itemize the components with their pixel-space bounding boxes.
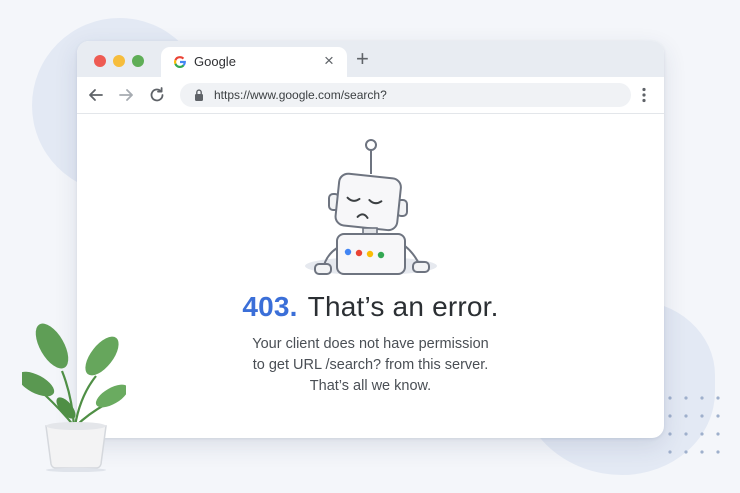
error-code: 403. <box>242 291 298 322</box>
error-message-line: to get URL /search? from this server. <box>252 357 489 373</box>
google-g-icon <box>173 56 186 68</box>
minimize-window-button[interactable] <box>113 55 125 67</box>
reload-icon[interactable] <box>148 86 166 104</box>
tab-strip: Google × + <box>77 41 664 77</box>
error-message: Your client does not have permission to … <box>77 334 664 397</box>
broken-robot-illustration <box>305 139 437 275</box>
address-bar[interactable]: https://www.google.com/search? <box>180 83 631 107</box>
tab-title: Google <box>194 54 236 69</box>
error-page: 403. That’s an error. Your client does no… <box>77 114 664 438</box>
new-tab-button[interactable]: + <box>356 47 369 71</box>
tab-close-icon[interactable]: × <box>324 51 334 71</box>
close-window-button[interactable] <box>94 55 106 67</box>
url-text: https://www.google.com/search? <box>214 88 387 102</box>
error-title: That’s an error. <box>307 291 499 322</box>
forward-arrow-icon[interactable] <box>117 86 135 104</box>
error-message-line: That’s all we know. <box>309 378 432 394</box>
error-message-line: Your client does not have permission <box>252 336 489 352</box>
error-headline: 403. That’s an error. <box>77 291 664 323</box>
tab-google[interactable]: Google × <box>161 47 347 77</box>
more-menu-icon[interactable] <box>637 86 651 104</box>
decorative-dot-grid <box>668 396 720 454</box>
back-arrow-icon[interactable] <box>87 86 105 104</box>
browser-toolbar: https://www.google.com/search? <box>77 77 664 114</box>
maximize-window-button[interactable] <box>132 55 144 67</box>
browser-window: Google × + https://www.google.com/search… <box>77 41 664 438</box>
potted-plant-illustration <box>22 323 126 472</box>
lock-icon <box>195 89 203 101</box>
